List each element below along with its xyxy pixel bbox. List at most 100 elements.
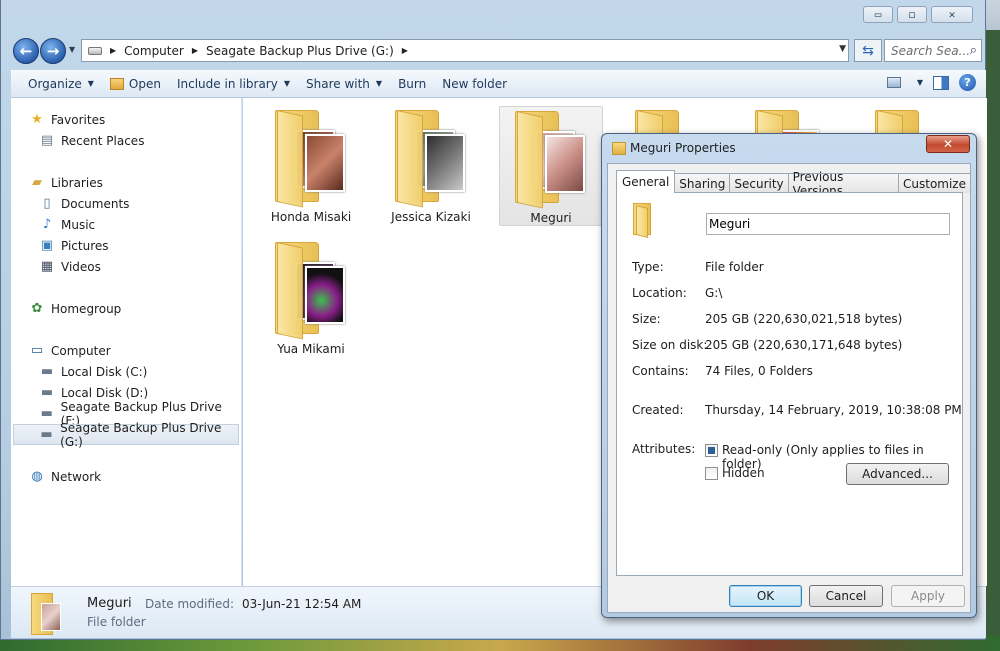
search-input[interactable]: Search Sea... ⌕ [884,39,982,62]
contains-value: 74 Files, 0 Folders [705,364,813,378]
size-on-disk-value: 205 GB (220,630,171,648 bytes) [705,338,903,352]
folder-label: Jessica Kizaki [391,210,471,224]
nav-label: Homegroup [51,301,122,316]
pictures-icon: ▣ [40,238,54,253]
details-name: Meguri [87,596,132,611]
star-icon: ★ [31,112,43,127]
address-dropdown-icon[interactable]: ▼ [839,44,846,54]
type-value: File folder [705,260,764,274]
libraries-icon: ▰ [32,175,42,190]
nav-favorites[interactable]: ★ Favorites [29,109,105,130]
open-button[interactable]: Open [109,76,161,91]
chevron-right-icon[interactable]: ▶ [110,46,116,55]
nav-recent-places[interactable]: ▤ Recent Places [39,130,145,151]
open-label: Open [128,76,161,91]
folder-item-selected[interactable]: Meguri [499,106,603,226]
created-value: Thursday, 14 February, 2019, 10:38:08 PM [705,403,962,417]
refresh-button[interactable]: ⇆ [854,39,882,62]
nav-network[interactable]: ◍ Network [29,466,101,487]
maximize-button[interactable]: ◻ [897,6,927,23]
apply-button[interactable]: Apply [891,585,965,607]
external-drive-icon: ▬ [40,427,53,442]
recent-pages-chevron-icon[interactable]: ▼ [69,45,75,54]
size-value: 205 GB (220,630,021,518 bytes) [705,312,903,326]
location-value: G:\ [705,286,723,300]
breadcrumb-computer[interactable]: Computer [124,44,184,58]
folder-item[interactable]: Yua Mikami [259,238,363,358]
read-only-checkbox[interactable] [705,444,718,457]
hidden-label: Hidden [722,466,765,480]
nav-seagate-g[interactable]: ▬ Seagate Backup Plus Drive (G:) [13,421,239,449]
include-label: Include in library [176,76,278,91]
divider [629,428,949,429]
tab-sharing[interactable]: Sharing [674,173,731,193]
folder-icon [395,110,467,208]
nav-local-disk-c[interactable]: ▬ Local Disk (C:) [39,361,147,382]
dialog-title: Meguri Properties [630,141,736,155]
view-options-chevron-icon[interactable]: ▼ [917,78,923,87]
tab-customize[interactable]: Customize [898,173,971,193]
nav-libraries[interactable]: ▰ Libraries [29,172,103,193]
close-button[interactable]: ✕ [931,6,973,23]
command-bar: Organize ▼ Open Include in library ▼ Share… [11,70,986,98]
location-label: Location: [632,286,687,300]
folder-item[interactable]: Jessica Kizaki [379,106,483,226]
nav-videos[interactable]: ▦ Videos [39,256,101,277]
nav-pictures[interactable]: ▣ Pictures [39,235,109,256]
chevron-right-icon[interactable]: ▶ [192,46,198,55]
folder-icon [633,203,661,238]
tab-strip: General Sharing Security Previous Versio… [616,170,971,198]
size-on-disk-label: Size on disk: [632,338,708,352]
address-bar[interactable]: ▶ Computer ▶ Seagate Backup Plus Drive (… [81,39,849,62]
nav-label: Local Disk (C:) [61,364,148,379]
videos-icon: ▦ [40,259,54,274]
advanced-button[interactable]: Advanced... [846,463,949,485]
caret-down-icon: ▼ [375,79,383,88]
folder-label: Meguri [530,211,572,225]
chevron-right-icon[interactable]: ▶ [402,46,408,55]
details-type: File folder [87,615,146,629]
nav-documents[interactable]: ▯ Documents [39,193,129,214]
search-placeholder: Search Sea... [891,43,971,58]
help-icon[interactable]: ? [959,74,976,91]
nav-music[interactable]: ♪ Music [39,214,95,235]
folder-icon [275,242,347,340]
nav-label: Computer [51,343,111,358]
search-icon[interactable]: ⌕ [970,43,977,58]
breadcrumb-drive[interactable]: Seagate Backup Plus Drive (G:) [206,44,394,58]
caret-down-icon: ▼ [87,79,94,88]
back-button[interactable]: ← [13,38,39,64]
nav-label: Recent Places [61,133,145,148]
burn-button[interactable]: Burn [398,77,426,91]
folder-item[interactable]: Honda Misaki [259,106,363,226]
divider [629,389,949,390]
new-folder-button[interactable]: New folder [442,77,507,91]
minimize-button[interactable]: ▭ [863,6,893,23]
tab-general[interactable]: General [616,170,676,193]
forward-button[interactable]: → [40,38,66,64]
tab-security[interactable]: Security [729,173,789,193]
include-in-library-button[interactable]: Include in library ▼ [177,77,290,91]
share-with-button[interactable]: Share with ▼ [306,77,382,91]
change-view-icon[interactable] [886,77,901,88]
nav-label: Seagate Backup Plus Drive (G:) [60,420,222,449]
navigation-pane: ★ Favorites ▤ Recent Places ▰ Libraries ▯ Do… [11,98,242,586]
folder-icon [612,142,626,155]
folder-name-input[interactable] [706,213,950,235]
documents-icon: ▯ [43,196,51,211]
organize-button[interactable]: Organize ▼ [28,77,94,91]
dialog-close-button[interactable]: ✕ [926,135,970,153]
ok-button[interactable]: OK [729,585,802,607]
tab-previous-versions[interactable]: Previous Versions [787,170,899,198]
attributes-label: Attributes: [632,442,696,456]
homegroup-icon: ✿ [31,301,43,316]
nav-computer[interactable]: ▭ Computer [29,340,111,361]
preview-pane-icon[interactable] [933,75,949,90]
folder-label: Yua Mikami [277,342,345,356]
hidden-checkbox[interactable] [705,467,718,480]
nav-homegroup[interactable]: ✿ Homegroup [29,298,122,319]
nav-label: Network [51,469,102,484]
cancel-button[interactable]: Cancel [809,585,883,607]
details-modified-label: Date modified: [145,597,235,611]
nav-label: Music [61,217,96,232]
